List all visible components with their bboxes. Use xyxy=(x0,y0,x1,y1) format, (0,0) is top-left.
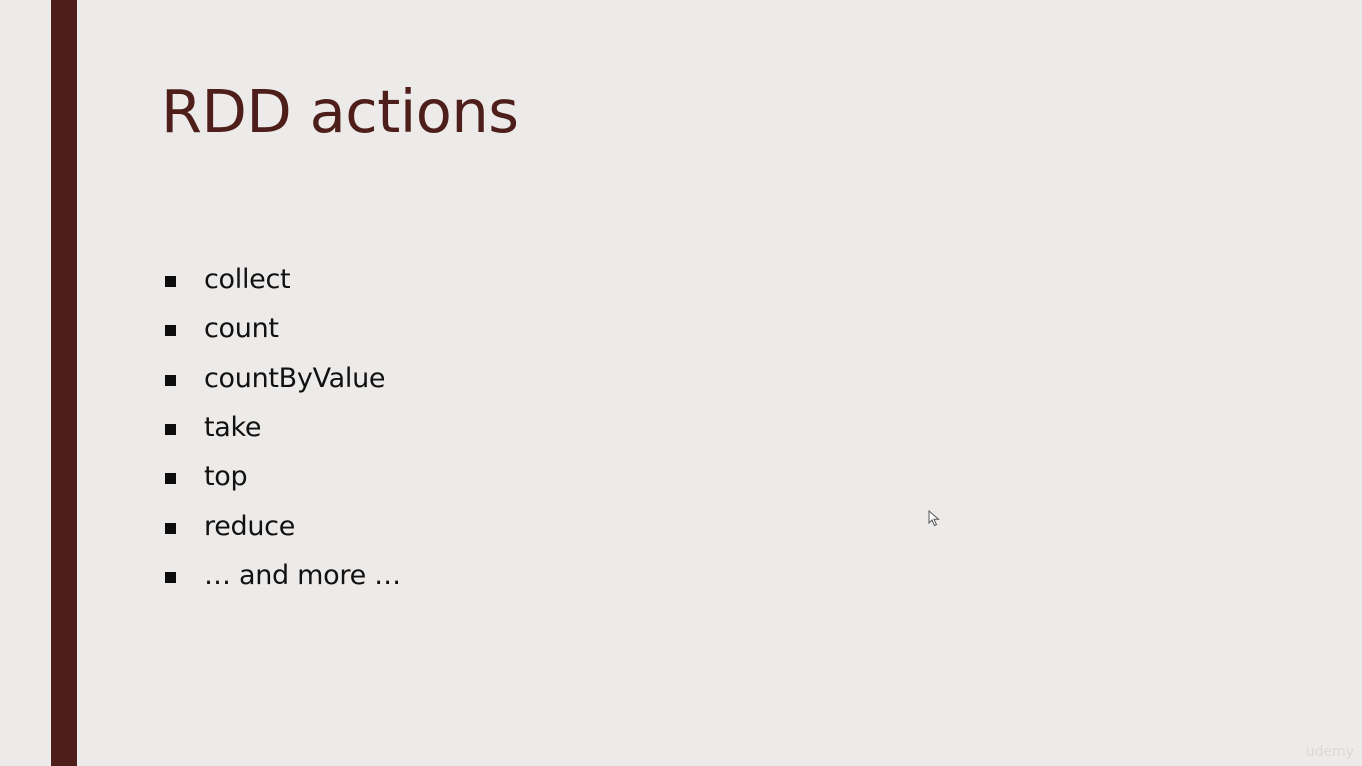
square-bullet-icon xyxy=(165,571,176,583)
accent-bar xyxy=(51,0,77,766)
list-item: countByValue xyxy=(160,354,401,403)
watermark: udemy xyxy=(1305,744,1354,760)
bullet-label: count xyxy=(204,313,279,345)
bullet-list: collect count countByValue take top redu… xyxy=(160,255,401,600)
list-item: reduce xyxy=(160,501,401,550)
bullet-label: reduce xyxy=(204,510,296,542)
list-item: take xyxy=(160,403,401,452)
square-bullet-icon xyxy=(165,473,176,485)
bullet-label: countByValue xyxy=(204,362,386,394)
slide-title: RDD actions xyxy=(161,77,519,146)
presentation-slide: RDD actions collect count countByValue t… xyxy=(0,0,1362,766)
bullet-label: top xyxy=(204,461,248,493)
square-bullet-icon xyxy=(165,325,176,337)
square-bullet-icon xyxy=(165,424,176,436)
bullet-label: take xyxy=(204,412,262,444)
bullet-label: … and more … xyxy=(204,559,401,591)
square-bullet-icon xyxy=(165,374,176,386)
square-bullet-icon xyxy=(165,276,176,288)
list-item: count xyxy=(160,304,401,353)
list-item: top xyxy=(160,452,401,501)
bullet-label: collect xyxy=(204,264,291,296)
list-item: … and more … xyxy=(160,551,401,600)
list-item: collect xyxy=(160,255,401,304)
square-bullet-icon xyxy=(165,522,176,534)
mouse-pointer-icon xyxy=(928,510,940,527)
